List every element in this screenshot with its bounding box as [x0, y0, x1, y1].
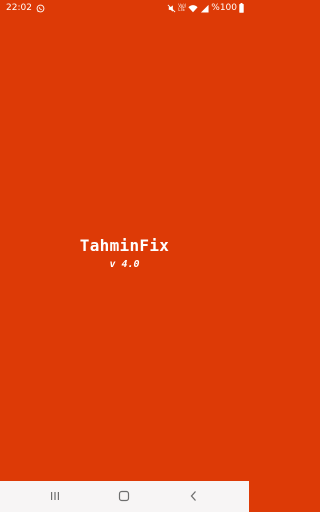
battery-icon — [239, 3, 244, 13]
wifi-icon — [188, 4, 198, 13]
status-time: 22:02 — [6, 3, 32, 13]
app-version: v 4.0 — [109, 259, 140, 270]
recents-icon — [49, 490, 61, 502]
home-icon — [118, 490, 130, 502]
battery-level: %100 — [211, 3, 237, 13]
navigation-bar — [0, 481, 249, 512]
lte-label: LTE — [178, 7, 185, 12]
status-bar: 22:02 Vo)) LTE %100 — [0, 0, 249, 17]
mute-icon — [167, 4, 176, 13]
splash-screen: 22:02 Vo)) LTE %100 TahminFix v 4.0 — [0, 0, 249, 512]
status-right: Vo)) LTE %100 — [167, 3, 244, 13]
back-button[interactable] — [186, 489, 202, 503]
status-left: 22:02 — [6, 3, 45, 13]
splash-content: TahminFix v 4.0 — [0, 236, 249, 271]
home-button[interactable] — [116, 489, 132, 503]
whatsapp-icon — [36, 4, 45, 13]
signal-icon — [200, 4, 209, 13]
app-title: TahminFix — [79, 236, 170, 255]
back-icon — [188, 490, 200, 502]
volte-indicator: Vo)) LTE — [178, 4, 186, 12]
recents-button[interactable] — [47, 489, 63, 503]
